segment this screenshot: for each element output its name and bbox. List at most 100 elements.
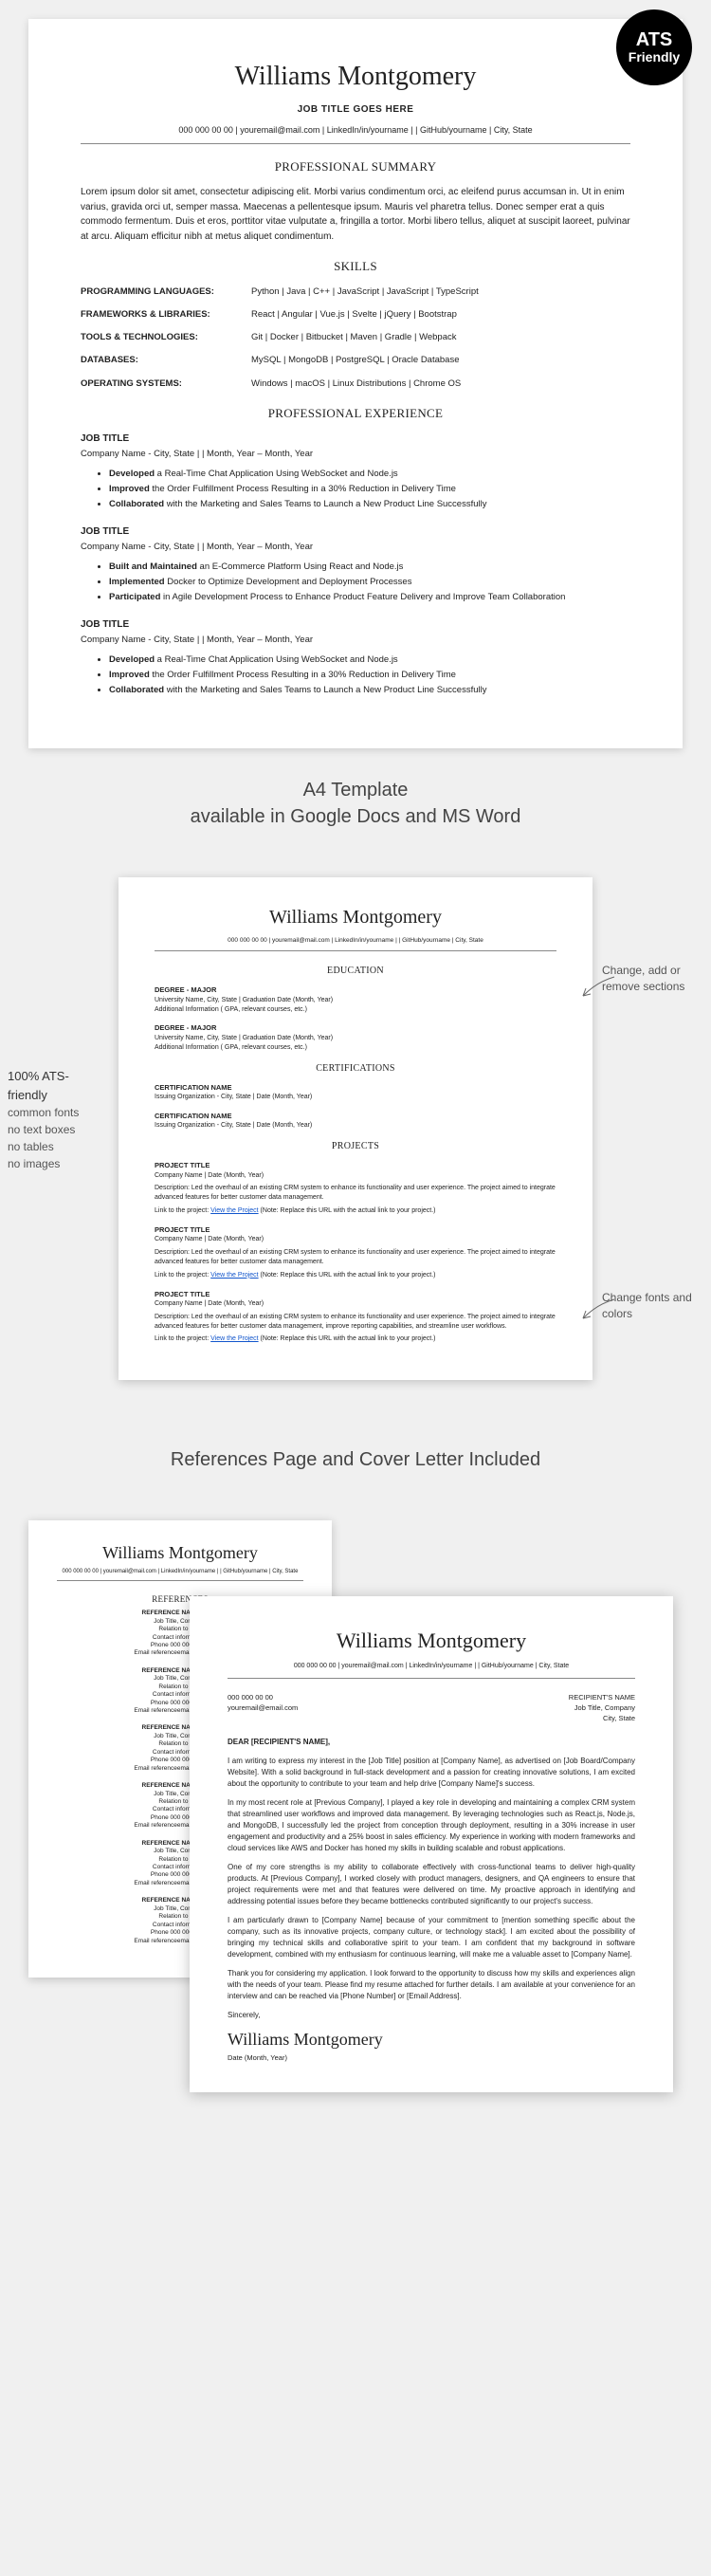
project-meta: Company Name | Date (Month, Year) (155, 1235, 556, 1244)
cert-meta: Issuing Organization - City, State | Dat… (155, 1093, 556, 1102)
project-desc: Description: Led the overhaul of an exis… (155, 1313, 556, 1332)
job-bullet: Built and Maintained an E-Commerce Platf… (109, 561, 630, 574)
applicant-name: Williams Montgomery (155, 904, 556, 930)
project-link-line: Link to the project: View the Project (N… (155, 1271, 556, 1280)
job-meta: Company Name - City, State | | Month, Ye… (81, 541, 630, 554)
project-desc: Description: Led the overhaul of an exis… (155, 1184, 556, 1203)
cover-header-row: 000 000 00 00 youremail@email.com RECIPI… (228, 1692, 635, 1724)
resume-page-2: Williams Montgomery 000 000 00 00 | your… (118, 877, 592, 1380)
certifications-list: CERTIFICATION NAMEIssuing Organization -… (155, 1083, 556, 1132)
skill-label: OPERATING SYSTEMS: (81, 377, 251, 391)
promo-text-2: References Page and Cover Letter Include… (0, 1446, 711, 1473)
skill-value: Windows | macOS | Linux Distributions | … (251, 377, 630, 391)
section-certifications: CERTIFICATIONS (155, 1062, 556, 1076)
promo-line1: A4 Template (0, 777, 711, 803)
degree-meta: University Name, City, State | Graduatio… (155, 996, 556, 1005)
cert-block: CERTIFICATION NAMEIssuing Organization -… (155, 1083, 556, 1102)
cover-p3: One of my core strengths is my ability t… (228, 1862, 635, 1907)
project-block: PROJECT TITLECompany Name | Date (Month,… (155, 1161, 556, 1216)
skill-value: MySQL | MongoDB | PostgreSQL | Oracle Da… (251, 354, 630, 367)
arrow-icon (578, 972, 616, 1001)
note-left-lines: common fonts no text boxes no tables no … (8, 1104, 102, 1172)
project-meta: Company Name | Date (Month, Year) (155, 1299, 556, 1309)
job-bullet: Collaborated with the Marketing and Sale… (109, 684, 630, 697)
cover-to-city: City, State (569, 1713, 635, 1723)
job-bullet: Improved the Order Fulfillment Process R… (109, 669, 630, 682)
cover-closing: Sincerely, (228, 2010, 635, 2021)
applicant-name: Williams Montgomery (81, 57, 630, 97)
badge-line2: Friendly (629, 50, 680, 64)
job-bullet: Developed a Real-Time Chat Application U… (109, 653, 630, 667)
section-experience: PROFESSIONAL EXPERIENCE (81, 404, 630, 423)
cert-meta: Issuing Organization - City, State | Dat… (155, 1121, 556, 1131)
project-meta: Company Name | Date (Month, Year) (155, 1171, 556, 1181)
applicant-name: Williams Montgomery (57, 1543, 303, 1563)
skills-row: OPERATING SYSTEMS:Windows | macOS | Linu… (81, 377, 630, 391)
note-right-1: Change, add or remove sections (602, 963, 697, 995)
project-link-line: Link to the project: View the Project (N… (155, 1206, 556, 1216)
project-block: PROJECT TITLECompany Name | Date (Month,… (155, 1225, 556, 1280)
project-link[interactable]: View the Project (210, 1335, 258, 1342)
section-page2: 100% ATS-friendly common fonts no text b… (0, 858, 711, 1418)
jobs-list: JOB TITLE Company Name - City, State | | … (81, 432, 630, 697)
projects-list: PROJECT TITLECompany Name | Date (Month,… (155, 1161, 556, 1344)
job-bullet: Collaborated with the Marketing and Sale… (109, 498, 630, 511)
contact-line: 000 000 00 00 | youremail@mail.com | Lin… (57, 1569, 303, 1574)
education-block: DEGREE - MAJORUniversity Name, City, Sta… (155, 985, 556, 1014)
job-bullet: Implemented Docker to Optimize Developme… (109, 576, 630, 589)
divider (81, 143, 630, 144)
job-block: JOB TITLECompany Name - City, State | | … (81, 617, 630, 697)
project-title: PROJECT TITLE (155, 1290, 556, 1300)
project-link-line: Link to the project: View the Project (N… (155, 1334, 556, 1344)
cover-p2: In my most recent role at [Previous Comp… (228, 1797, 635, 1854)
education-list: DEGREE - MAJORUniversity Name, City, Sta… (155, 985, 556, 1052)
project-title: PROJECT TITLE (155, 1161, 556, 1171)
contact-line: 000 000 00 00 | youremail@mail.com | Lin… (81, 124, 630, 138)
contact-line: 000 000 00 00 | youremail@mail.com | Lin… (228, 1662, 635, 1672)
cover-p1: I am writing to express my interest in t… (228, 1756, 635, 1790)
skill-value: Python | Java | C++ | JavaScript | JavaS… (251, 285, 630, 299)
education-block: DEGREE - MAJORUniversity Name, City, Sta… (155, 1023, 556, 1052)
degree-extra: Additional Information ( GPA, relevant c… (155, 1005, 556, 1015)
promo-text-1: A4 Template available in Google Docs and… (0, 777, 711, 830)
skills-row: PROGRAMMING LANGUAGES:Python | Java | C+… (81, 285, 630, 299)
cert-block: CERTIFICATION NAMEIssuing Organization -… (155, 1112, 556, 1131)
cover-from-phone: 000 000 00 00 (228, 1692, 298, 1702)
skill-value: React | Angular | Vue.js | Svelte | jQue… (251, 308, 630, 322)
skills-row: TOOLS & TECHNOLOGIES:Git | Docker | Bitb… (81, 331, 630, 344)
promo-line2: available in Google Docs and MS Word (0, 803, 711, 830)
resume-page-1: ATS Friendly Williams Montgomery JOB TIT… (28, 19, 683, 748)
cover-to-title: Job Title, Company (569, 1702, 635, 1713)
job-title: JOB TITLE (81, 432, 630, 446)
skill-label: TOOLS & TECHNOLOGIES: (81, 331, 251, 344)
note-left: 100% ATS-friendly common fonts no text b… (8, 1067, 102, 1172)
arrow-icon (578, 1295, 616, 1323)
cover-from: 000 000 00 00 youremail@email.com (228, 1692, 298, 1724)
project-link[interactable]: View the Project (210, 1207, 258, 1214)
cert-title: CERTIFICATION NAME (155, 1083, 556, 1094)
project-desc: Description: Led the overhaul of an exis… (155, 1248, 556, 1267)
section-education: EDUCATION (155, 965, 556, 978)
job-block: JOB TITLE Company Name - City, State | | … (81, 524, 630, 604)
job-title-line: JOB TITLE GOES HERE (81, 102, 630, 117)
badge-line1: ATS (636, 29, 673, 50)
project-link[interactable]: View the Project (210, 1272, 258, 1279)
skill-value: Git | Docker | Bitbucket | Maven | Gradl… (251, 331, 630, 344)
cover-from-email: youremail@email.com (228, 1702, 298, 1713)
job-title: JOB TITLE (81, 524, 630, 539)
skills-row: DATABASES:MySQL | MongoDB | PostgreSQL |… (81, 354, 630, 367)
cover-to: RECIPIENT'S NAME Job Title, Company City… (569, 1692, 635, 1724)
section-summary: PROFESSIONAL SUMMARY (81, 157, 630, 176)
skill-label: DATABASES: (81, 354, 251, 367)
divider (155, 950, 556, 951)
section-skills: SKILLS (81, 257, 630, 276)
degree-extra: Additional Information ( GPA, relevant c… (155, 1043, 556, 1053)
cover-p4: I am particularly drawn to [Company Name… (228, 1915, 635, 1960)
job-title: JOB TITLE (81, 617, 630, 632)
cover-p5: Thank you for considering my application… (228, 1968, 635, 2002)
cover-to-name: RECIPIENT'S NAME (569, 1692, 635, 1702)
project-title: PROJECT TITLE (155, 1225, 556, 1236)
job-bullet: Participated in Agile Development Proces… (109, 591, 630, 604)
job-block: JOB TITLECompany Name - City, State | | … (81, 432, 630, 511)
applicant-name: Williams Montgomery (228, 1625, 635, 1656)
